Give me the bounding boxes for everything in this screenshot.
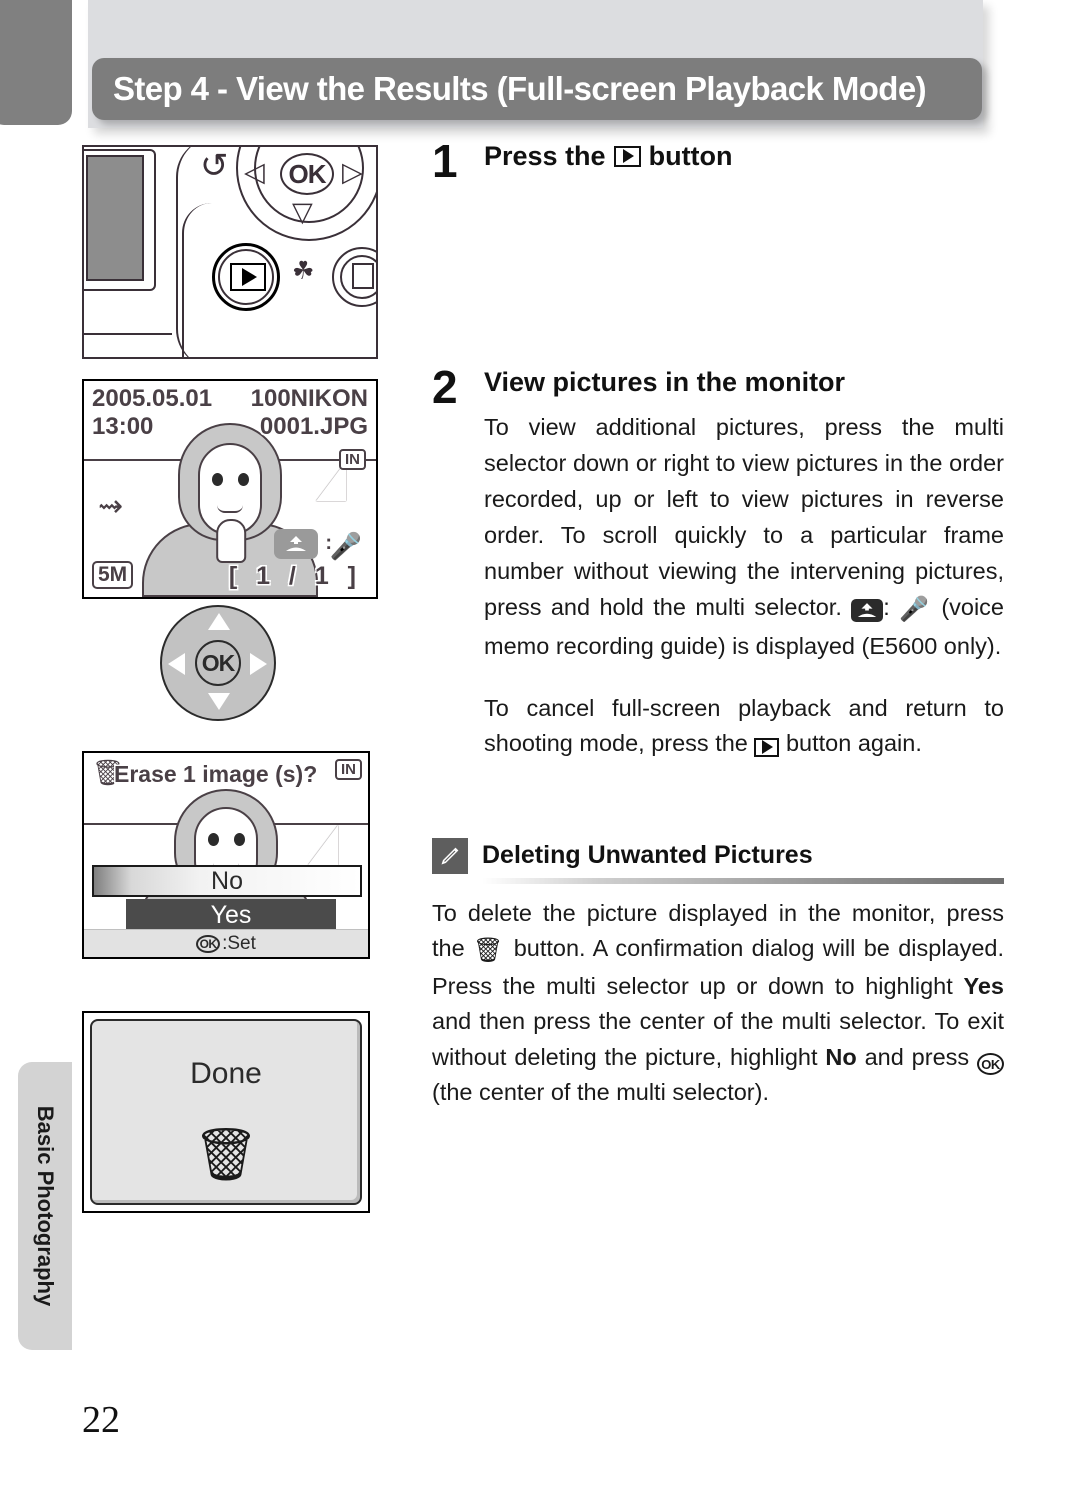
step-1-heading: Press the button	[484, 140, 1004, 172]
image-quality-icon: ⇝	[98, 490, 124, 523]
note-text-e: (the center of the multi selector).	[432, 1079, 769, 1106]
person-eye-left	[212, 473, 223, 486]
page-number: 22	[82, 1399, 120, 1441]
chevron-down-icon: ▽	[292, 197, 313, 227]
erase-person-eye-right	[234, 833, 245, 846]
voice-memo-icon	[851, 598, 884, 622]
monitor-playback-illustration: 2005.05.01 13:00 100NIKON 0001.JPG IN 5M…	[82, 379, 378, 599]
voice-memo-icon	[274, 529, 318, 559]
macro-icon: ☘	[292, 257, 315, 285]
play-icon	[754, 737, 780, 757]
note-text-d: and press	[864, 1043, 970, 1070]
note-bold-no: No	[825, 1043, 857, 1070]
camera-lcd-frame	[84, 149, 156, 291]
step-2-heading-text: View pictures in the monitor	[484, 366, 846, 397]
step-1-number: 1	[432, 135, 458, 187]
step-1-heading-before: Press the	[484, 141, 606, 171]
erase-footer-label: :Set	[222, 932, 256, 954]
monitor-folder-name: 100NIKON	[250, 385, 368, 412]
monitor-frame-counter: [ 1 / 1 ]	[228, 562, 362, 590]
erase-person-eye-left	[208, 833, 219, 846]
done-screen-panel: Done 🗑	[90, 1019, 362, 1205]
selector-right-icon	[250, 653, 267, 675]
trash-icon: 🗑	[473, 937, 506, 965]
step-1-heading-after: button	[648, 141, 733, 171]
pencil-icon	[432, 837, 468, 874]
chevron-right-icon: ▷	[342, 157, 363, 187]
erase-sailboat-icon	[308, 825, 338, 865]
note-title: Deleting Unwanted Pictures	[482, 841, 813, 870]
step-2-body-part3a: To cancel full-screen playback and retur…	[484, 694, 1004, 757]
microphone-icon: 🎤	[329, 531, 362, 561]
ok-icon: OK	[196, 934, 221, 953]
ok-icon: OK	[977, 1053, 1005, 1076]
page-title-bar: Step 4 - View the Results (Full-screen P…	[92, 58, 982, 120]
instruction-column: 1 Press the button 2 View pictures in th…	[432, 135, 1005, 1134]
illustration-column: OK ↺ ◁ ▷ ▽ ☘ 2005.05.01 13:00 100NIKON 0…	[82, 145, 382, 1213]
step-2-number: 2	[432, 360, 458, 413]
selector-down-icon	[208, 693, 230, 710]
erase-option-no[interactable]: No	[92, 865, 362, 897]
step-2: 2 View pictures in the monitor To view a…	[432, 360, 1004, 786]
trash-icon	[352, 263, 374, 289]
camera-ok-button: OK	[280, 153, 334, 195]
erase-dialog-illustration: IN 🗑 Erase 1 image (s)? No Yes OK :Set	[82, 751, 370, 959]
monitor-image-size: 5M	[92, 561, 134, 589]
person-mouth	[217, 505, 243, 513]
microphone-icon: 🎤	[899, 595, 932, 623]
selector-left-icon	[168, 653, 185, 675]
note-heading: Deleting Unwanted Pictures	[432, 837, 1004, 874]
page-title: Step 4 - View the Results (Full-screen P…	[113, 70, 927, 107]
person-eye-right	[238, 473, 249, 486]
erase-dialog-footer: OK :Set	[84, 929, 368, 957]
monitor-date: 2005.05.01	[92, 385, 213, 412]
done-screen-illustration: Done 🗑	[82, 1011, 370, 1213]
note-text-b: button. A confirmation dialog will be di…	[432, 935, 1005, 1000]
erase-option-yes[interactable]: Yes	[126, 899, 336, 931]
top-corner-tab	[0, 0, 72, 125]
play-icon	[230, 263, 266, 291]
note-bold-yes: Yes	[963, 973, 1004, 1000]
camera-back-illustration: OK ↺ ◁ ▷ ▽ ☘	[82, 145, 378, 359]
section-tab-label: Basic Photography	[33, 1105, 58, 1307]
chevron-left-icon: ◁	[244, 157, 265, 187]
self-timer-icon: ↺	[200, 147, 229, 185]
play-icon	[613, 145, 641, 167]
erase-memory-badge: IN	[335, 759, 362, 780]
done-label: Done	[190, 1057, 262, 1090]
multi-selector-illustration: OK	[84, 605, 380, 725]
step-1: 1 Press the button	[432, 135, 1004, 187]
monitor-time: 13:00	[92, 413, 154, 440]
step-2-paragraph-2: To cancel full-screen playback and retur…	[484, 691, 1004, 763]
step-2-colon: :	[883, 593, 890, 620]
person-hand	[216, 519, 247, 563]
step-2-paragraph-1: To view additional pictures, press the m…	[484, 410, 1004, 664]
trash-icon: 🗑	[192, 1126, 259, 1184]
step-2-body-part3b: button again.	[785, 730, 922, 757]
monitor-memory-badge: IN	[339, 449, 366, 470]
note-divider	[482, 877, 1004, 884]
step-2-body-part1: To view additional pictures, press the m…	[484, 414, 1004, 620]
selector-ok-button: OK	[195, 640, 241, 686]
erase-dialog-title: Erase 1 image (s)?	[114, 761, 318, 787]
step-2-heading: View pictures in the monitor	[484, 366, 1004, 398]
camera-bottom-line	[84, 333, 172, 335]
monitor-file-name: 0001.JPG	[259, 413, 368, 440]
note-body: To delete the picture displayed in the m…	[432, 896, 1005, 1111]
selector-up-icon	[208, 613, 230, 630]
